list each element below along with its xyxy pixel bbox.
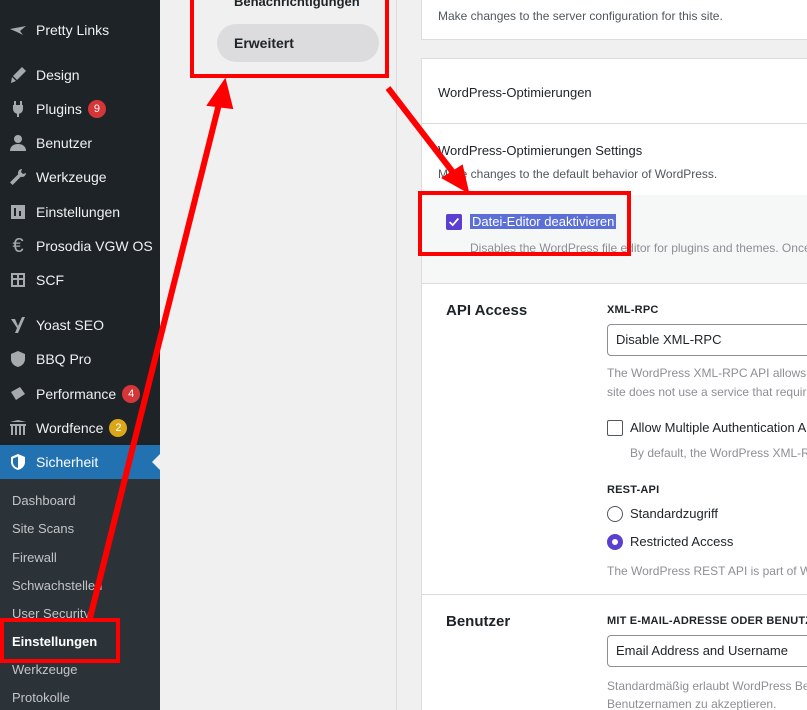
menu-label: Yoast SEO bbox=[36, 317, 104, 333]
menu-item-performance[interactable]: Performance 4 bbox=[0, 377, 160, 411]
menu-item-pretty-links[interactable]: Pretty Links bbox=[0, 13, 160, 47]
plug-icon bbox=[0, 99, 36, 119]
paintbrush-icon bbox=[0, 65, 36, 85]
update-count-badge: 9 bbox=[87, 100, 106, 118]
submenu-dashboard[interactable]: Dashboard bbox=[12, 493, 76, 508]
menu-label: Plugins bbox=[36, 101, 82, 117]
wp-optimizations-desc: Make changes to the default behavior of … bbox=[438, 167, 718, 181]
xmlrpc-desc-line1: The WordPress XML-RPC API allows ex bbox=[607, 366, 807, 380]
menu-item-yoast[interactable]: Yoast SEO bbox=[0, 308, 160, 342]
annotation-box-file-editor bbox=[418, 191, 631, 256]
api-access-title: API Access bbox=[446, 302, 528, 319]
multi-auth-label[interactable]: Allow Multiple Authentication A bbox=[630, 420, 806, 435]
menu-label: SCF bbox=[36, 272, 64, 288]
menu-label: Pretty Links bbox=[36, 22, 110, 38]
menu-item-prosodia[interactable]: € Prosodia VGW OS bbox=[0, 229, 160, 263]
menu-item-benutzer[interactable]: Benutzer bbox=[0, 126, 160, 160]
performance-icon bbox=[0, 384, 36, 404]
xmlrpc-select[interactable]: Disable XML-RPC bbox=[607, 324, 807, 356]
login-desc-line2: Benutzernamen zu akzeptieren. bbox=[607, 697, 777, 710]
rest-standard-label[interactable]: Standardzugriff bbox=[630, 506, 718, 521]
grid-icon bbox=[0, 270, 36, 290]
menu-label: Einstellungen bbox=[36, 204, 121, 220]
menu-label: Prosodia VGW OS bbox=[36, 238, 153, 254]
wp-optimizations-title: WordPress-Optimierungen bbox=[438, 85, 592, 100]
wp-optimizations-header[interactable]: WordPress-Optimierungen bbox=[421, 58, 807, 124]
submenu-protokolle[interactable]: Protokolle bbox=[12, 690, 70, 705]
security-shield-icon bbox=[0, 452, 36, 472]
login-desc-line1: Standardmäßig erlaubt WordPress Ber bbox=[607, 679, 807, 693]
menu-item-wordfence[interactable]: Wordfence 2 bbox=[0, 411, 160, 445]
euro-icon: € bbox=[12, 234, 24, 257]
menu-label: Benutzer bbox=[36, 135, 93, 151]
rest-standard-radio[interactable] bbox=[607, 506, 623, 522]
settings-content: Make changes to the server configuration… bbox=[397, 0, 807, 710]
security-submenu: Dashboard Site Scans Firewall Schwachste… bbox=[0, 479, 160, 710]
wp-optimizations-settings-title: WordPress-Optimierungen Settings bbox=[438, 143, 643, 158]
server-config-panel: Make changes to the server configuration… bbox=[421, 0, 807, 40]
multi-auth-desc: By default, the WordPress XML-RP bbox=[630, 446, 807, 460]
menu-label: Performance bbox=[36, 386, 117, 402]
submenu-werkzeuge[interactable]: Werkzeuge bbox=[12, 662, 78, 677]
menu-item-einstellungen[interactable]: Einstellungen bbox=[0, 195, 160, 229]
pretty-links-icon bbox=[0, 20, 36, 40]
menu-item-sicherheit[interactable]: Sicherheit bbox=[0, 445, 160, 479]
sliders-icon bbox=[0, 202, 36, 222]
xmlrpc-desc-line2: site does not use a service that require bbox=[607, 385, 807, 399]
shield-icon bbox=[0, 349, 36, 369]
api-access-section: API Access XML-RPC Disable XML-RPC The W… bbox=[421, 283, 807, 595]
user-icon bbox=[0, 133, 36, 153]
xmlrpc-label: XML-RPC bbox=[607, 304, 659, 316]
annotation-box-erweitert bbox=[190, 0, 389, 78]
menu-item-bbq[interactable]: BBQ Pro bbox=[0, 342, 160, 376]
menu-label: Werkzeuge bbox=[36, 169, 107, 185]
login-method-select[interactable]: Email Address and Username bbox=[607, 635, 807, 667]
rest-desc: The WordPress REST API is part of Wo bbox=[607, 564, 807, 578]
wrench-icon bbox=[0, 167, 36, 187]
menu-label: BBQ Pro bbox=[36, 351, 92, 367]
login-method-label: MIT E-MAIL-ADRESSE ODER BENUTZERN bbox=[607, 615, 807, 627]
rest-restricted-radio[interactable] bbox=[607, 534, 623, 550]
rest-restricted-label[interactable]: Restricted Access bbox=[630, 534, 733, 549]
yoast-icon bbox=[0, 315, 36, 335]
settings-nav: Benachrichtigungen Erweitert bbox=[160, 0, 397, 710]
wordfence-icon bbox=[0, 418, 36, 438]
submenu-site-scans[interactable]: Site Scans bbox=[12, 521, 74, 536]
rest-api-label: REST-API bbox=[607, 484, 660, 496]
menu-label: Sicherheit bbox=[36, 454, 99, 470]
menu-item-scf[interactable]: SCF bbox=[0, 263, 160, 297]
annotation-box-einstellungen bbox=[0, 618, 120, 663]
users-section: Benutzer MIT E-MAIL-ADRESSE ODER BENUTZE… bbox=[421, 595, 807, 710]
submenu-firewall[interactable]: Firewall bbox=[12, 550, 57, 565]
users-title: Benutzer bbox=[446, 613, 511, 630]
submenu-schwachstellen[interactable]: Schwachstellen bbox=[12, 578, 102, 593]
server-config-desc: Make changes to the server configuration… bbox=[438, 9, 723, 23]
update-count-badge: 2 bbox=[109, 419, 128, 437]
menu-label: Wordfence bbox=[36, 420, 104, 436]
menu-label: Design bbox=[36, 67, 80, 83]
menu-item-plugins[interactable]: Plugins 9 bbox=[0, 92, 160, 126]
menu-item-design[interactable]: Design bbox=[0, 58, 160, 92]
menu-item-werkzeuge[interactable]: Werkzeuge bbox=[0, 160, 160, 194]
admin-sidebar: Pretty Links Design Plugins 9 Benutzer W… bbox=[0, 0, 160, 710]
update-count-badge: 4 bbox=[122, 385, 141, 403]
multi-auth-checkbox[interactable] bbox=[607, 420, 623, 436]
